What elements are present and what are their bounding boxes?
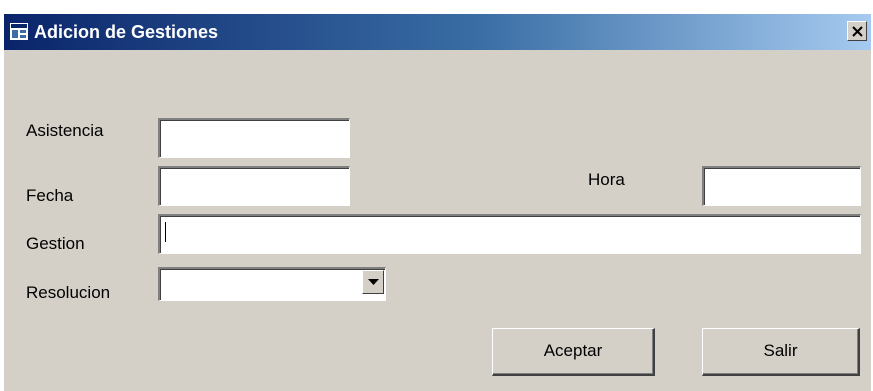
asistencia-field[interactable]: [158, 118, 350, 158]
asistencia-label: Asistencia: [26, 121, 104, 140]
fecha-label: Fecha: [26, 186, 74, 205]
dialog-window: Adicion de Gestiones Asistencia Fecha Ho…: [4, 14, 871, 391]
gestion-label: Gestion: [26, 234, 85, 253]
resolucion-select[interactable]: [158, 267, 386, 301]
fecha-field[interactable]: [158, 166, 350, 206]
hora-field[interactable]: [702, 166, 861, 206]
hora-label: Hora: [588, 170, 625, 189]
app-window-icon: [10, 23, 28, 40]
text-cursor: [165, 222, 166, 242]
salir-button[interactable]: Salir: [702, 328, 860, 376]
chevron-down-icon: [368, 279, 379, 285]
resolucion-dropdown-button[interactable]: [362, 270, 384, 294]
aceptar-button[interactable]: Aceptar: [492, 328, 655, 376]
resolucion-label: Resolucion: [26, 283, 111, 302]
close-icon: [852, 26, 863, 37]
close-button[interactable]: [847, 21, 867, 41]
window-title: Adicion de Gestiones: [34, 22, 219, 42]
gestion-field[interactable]: [158, 214, 861, 254]
title-bar[interactable]: Adicion de Gestiones: [4, 14, 871, 50]
